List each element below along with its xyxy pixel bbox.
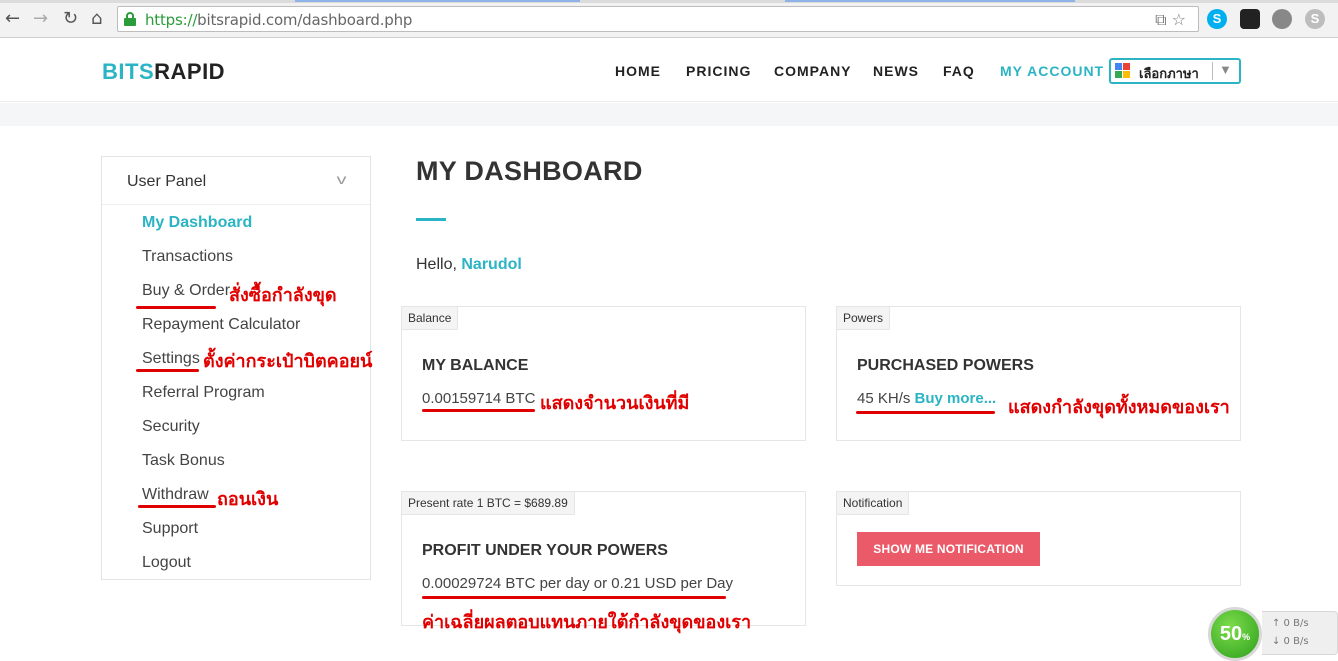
forward-icon[interactable]: → bbox=[33, 9, 48, 29]
annotation-withdraw: ถอนเงิน bbox=[217, 489, 279, 510]
user-panel-title: User Panel bbox=[127, 173, 207, 190]
sidebar-item-buy-order[interactable]: Buy & Order bbox=[142, 282, 230, 300]
powers-title: PURCHASED POWERS bbox=[857, 357, 1034, 374]
balance-value: 0.00159714 BTC bbox=[422, 390, 536, 407]
nav-news[interactable]: NEWS bbox=[873, 63, 919, 79]
notification-tag: Notification bbox=[837, 492, 910, 515]
s-extension-icon[interactable]: S bbox=[1305, 9, 1325, 29]
greeting: Hello, Narudol bbox=[416, 256, 522, 274]
home-icon[interactable]: ⌂ bbox=[91, 9, 102, 29]
sidebar-item-security[interactable]: Security bbox=[142, 418, 200, 436]
bookmark-star-icon[interactable]: ⧉ ☆ bbox=[1155, 10, 1186, 30]
annotation-underline-powers bbox=[856, 411, 995, 414]
back-icon[interactable]: ← bbox=[5, 9, 20, 29]
annotation-underline-withdraw bbox=[138, 505, 216, 508]
sidebar-item-settings[interactable]: Settings bbox=[142, 350, 200, 368]
extension-icon[interactable] bbox=[1240, 9, 1260, 29]
sidebar-item-withdraw[interactable]: Withdraw bbox=[142, 486, 209, 504]
sidebar-item-support[interactable]: Support bbox=[142, 520, 198, 538]
network-percent: 50 bbox=[1219, 623, 1243, 645]
url-path: bitsrapid.com/dashboard.php bbox=[197, 11, 413, 29]
page-title: MY DASHBOARD bbox=[416, 156, 643, 186]
nav-pricing[interactable]: PRICING bbox=[686, 63, 751, 79]
browser-toolbar: ← → ↻ ⌂ https://bitsrapid.com/dashboard.… bbox=[0, 0, 1338, 38]
nav-my-account[interactable]: MY ACCOUNT bbox=[1000, 63, 1104, 79]
language-select[interactable]: เลือกภาษา ▼ bbox=[1109, 58, 1241, 84]
sidebar-item-task-bonus[interactable]: Task Bonus bbox=[142, 452, 225, 470]
sidebar-item-referral-program[interactable]: Referral Program bbox=[142, 384, 265, 402]
profit-card: Present rate 1 BTC = $689.89 PROFIT UNDE… bbox=[401, 491, 806, 626]
notification-card: Notification SHOW ME NOTIFICATION bbox=[836, 491, 1241, 586]
present-rate-tag: Present rate 1 BTC = $689.89 bbox=[402, 492, 575, 515]
profit-title: PROFIT UNDER YOUR POWERS bbox=[422, 542, 668, 559]
powers-value: 45 KH/s Buy more... bbox=[857, 390, 996, 407]
balance-card: Balance MY BALANCE 0.00159714 BTC bbox=[401, 306, 806, 441]
lock-icon bbox=[124, 12, 136, 26]
sidebar-item-transactions[interactable]: Transactions bbox=[142, 248, 233, 266]
network-speed-widget[interactable]: ↑ 0 B/s ↓ 0 B/s 50% bbox=[1208, 605, 1338, 661]
globe-extension-icon[interactable] bbox=[1272, 9, 1292, 29]
nav-faq[interactable]: FAQ bbox=[943, 63, 975, 79]
balance-title: MY BALANCE bbox=[422, 357, 529, 374]
site-header: BITSRAPID HOME PRICING COMPANY NEWS FAQ … bbox=[0, 39, 1338, 102]
header-band bbox=[0, 103, 1338, 126]
greeting-prefix: Hello, bbox=[416, 256, 462, 273]
url-text[interactable]: https://bitsrapid.com/dashboard.php bbox=[145, 11, 412, 29]
buy-more-link[interactable]: Buy more... bbox=[915, 390, 997, 407]
balance-tag: Balance bbox=[402, 307, 459, 330]
annotation-buy-order: สั่งซื้อกำลังขุด bbox=[229, 285, 337, 306]
annotation-underline-settings bbox=[136, 369, 199, 372]
annotation-underline-balance bbox=[422, 409, 535, 412]
upload-speed: ↑ 0 B/s bbox=[1272, 618, 1309, 629]
network-percent-sign: % bbox=[1242, 632, 1251, 642]
logo-bits: BITS bbox=[102, 59, 155, 84]
bitsrapid-logo[interactable]: BITSRAPID bbox=[102, 59, 225, 85]
network-percent-gauge: 50% bbox=[1208, 607, 1262, 661]
user-name: Narudol bbox=[461, 256, 522, 273]
logo-rapid: RAPID bbox=[154, 59, 226, 84]
reload-icon[interactable]: ↻ bbox=[63, 9, 78, 29]
annotation-underline-buy-order bbox=[136, 306, 216, 309]
download-speed: ↓ 0 B/s bbox=[1272, 636, 1309, 647]
annotation-settings: ตั้งค่ากระเป๋าบิตคอยน์ bbox=[203, 351, 373, 372]
google-icon bbox=[1115, 63, 1131, 79]
nav-company[interactable]: COMPANY bbox=[774, 63, 852, 79]
url-scheme: https:// bbox=[145, 11, 198, 29]
annotation-powers: แสดงกำลังขุดทั้งหมดของเรา bbox=[1008, 397, 1230, 418]
chevron-down-icon: v bbox=[336, 171, 347, 187]
sidebar-item-repayment-calculator[interactable]: Repayment Calculator bbox=[142, 316, 300, 334]
network-speed-panel: ↑ 0 B/s ↓ 0 B/s bbox=[1262, 611, 1338, 655]
skype-extension-icon[interactable]: S bbox=[1207, 9, 1227, 29]
language-select-label: เลือกภาษา bbox=[1139, 66, 1199, 81]
profit-value: 0.00029724 BTC per day or 0.21 USD per D… bbox=[422, 575, 734, 592]
user-panel-header[interactable]: User Panel v bbox=[102, 157, 370, 205]
powers-hashrate: 45 KH/s bbox=[857, 390, 911, 407]
annotation-underline-profit bbox=[422, 596, 726, 599]
annotation-profit: ค่าเฉลี่ยผลตอบแทนภายใต้กำลังขุดของเรา bbox=[422, 612, 752, 633]
tab-strip bbox=[0, 0, 1338, 3]
title-accent-bar bbox=[416, 218, 446, 221]
sidebar-item-my-dashboard[interactable]: My Dashboard bbox=[142, 214, 252, 232]
nav-home[interactable]: HOME bbox=[615, 63, 661, 79]
annotation-balance: แสดงจำนวนเงินที่มี bbox=[540, 393, 690, 414]
show-notification-button[interactable]: SHOW ME NOTIFICATION bbox=[857, 532, 1040, 566]
powers-tag: Powers bbox=[837, 307, 891, 330]
address-bar[interactable]: https://bitsrapid.com/dashboard.php ⧉ ☆ bbox=[117, 6, 1199, 32]
dropdown-arrow-icon: ▼ bbox=[1219, 62, 1232, 77]
sidebar-item-logout[interactable]: Logout bbox=[142, 554, 191, 572]
